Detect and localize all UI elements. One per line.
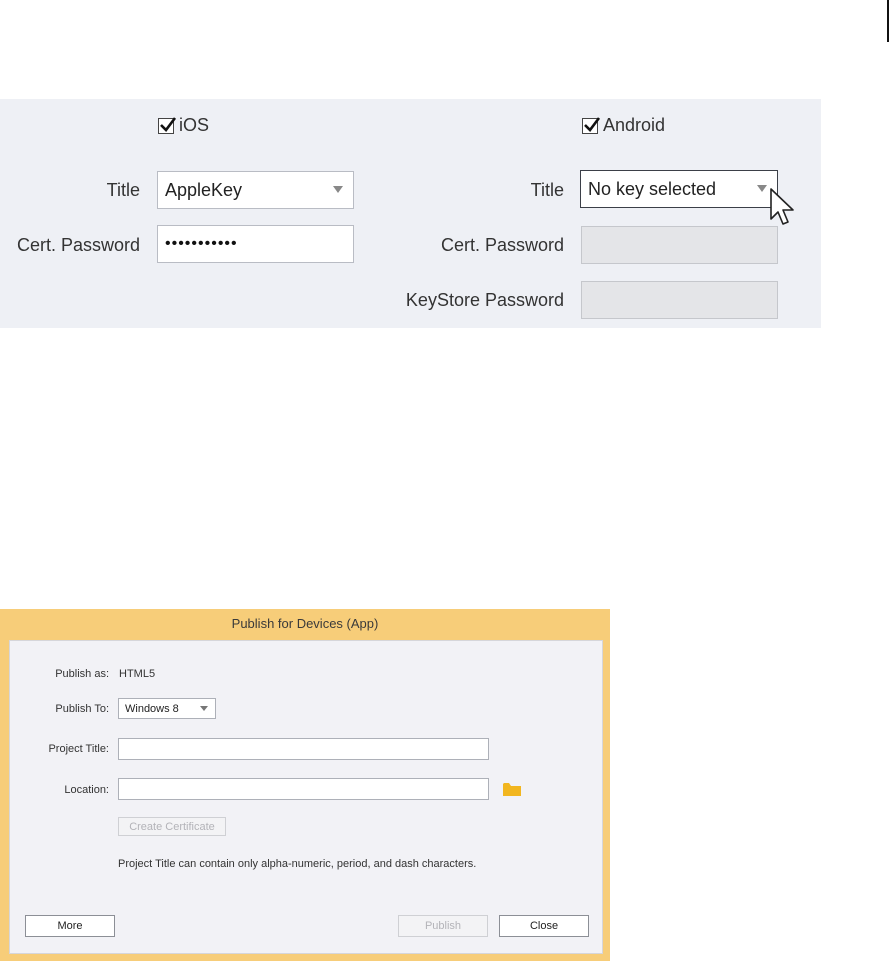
location-label: Location: bbox=[64, 784, 109, 796]
create-certificate-button[interactable]: Create Certificate bbox=[118, 817, 226, 836]
folder-icon[interactable] bbox=[503, 782, 522, 797]
project-title-input[interactable] bbox=[118, 738, 489, 760]
publish-to-select[interactable]: Windows 8 bbox=[118, 698, 216, 719]
window-edge-divider bbox=[887, 0, 889, 42]
ios-title-value: AppleKey bbox=[165, 179, 243, 200]
checkmark-icon bbox=[160, 116, 177, 132]
project-title-label: Project Title: bbox=[48, 743, 109, 755]
android-keystore-input[interactable] bbox=[581, 281, 778, 319]
publish-to-value: Windows 8 bbox=[125, 702, 179, 715]
android-title-label: Title bbox=[530, 180, 564, 200]
publish-to-label: Publish To: bbox=[55, 703, 109, 715]
dialog-title: Publish for Devices (App) bbox=[231, 616, 379, 631]
android-password-input[interactable] bbox=[581, 226, 778, 264]
project-title-hint: Project Title can contain only alpha-num… bbox=[118, 858, 477, 870]
ios-checkbox-label: iOS bbox=[179, 115, 210, 135]
dropdown-arrow-icon bbox=[200, 706, 208, 711]
dropdown-arrow-icon bbox=[333, 186, 343, 193]
publish-as-label: Publish as: bbox=[55, 668, 109, 680]
ios-password-mask: ••••••••••• bbox=[165, 235, 238, 252]
mouse-pointer-icon bbox=[770, 188, 794, 225]
android-password-label: Cert. Password bbox=[440, 235, 564, 255]
android-keystore-label: KeyStore Password bbox=[405, 290, 564, 310]
ios-title-label: Title bbox=[106, 180, 140, 200]
ios-title-select[interactable]: AppleKey bbox=[157, 171, 354, 209]
dropdown-arrow-icon bbox=[757, 185, 767, 192]
ios-password-input[interactable]: ••••••••••• bbox=[157, 225, 354, 263]
close-button[interactable]: Close bbox=[499, 915, 589, 937]
dialog-body: Publish as: HTML5 Publish To: Windows 8 … bbox=[9, 640, 603, 954]
ios-checkbox-row[interactable]: iOS bbox=[158, 115, 209, 136]
publish-button[interactable]: Publish bbox=[398, 915, 488, 937]
android-checkbox-row[interactable]: Android bbox=[582, 115, 665, 136]
location-input[interactable] bbox=[118, 778, 489, 800]
android-title-select[interactable]: No key selected bbox=[580, 170, 778, 208]
publish-as-value: HTML5 bbox=[119, 668, 156, 680]
publish-dialog: Publish for Devices (App) Publish as: HT… bbox=[0, 609, 610, 961]
ios-password-label: Cert. Password bbox=[16, 235, 140, 255]
signing-panel: iOS Android Title AppleKey Cert. Passwor… bbox=[0, 99, 821, 328]
more-button[interactable]: More bbox=[25, 915, 115, 937]
ios-checkbox[interactable] bbox=[158, 116, 177, 134]
android-title-value: No key selected bbox=[588, 178, 717, 199]
android-checkbox[interactable] bbox=[582, 116, 601, 134]
checkmark-icon bbox=[584, 116, 601, 132]
android-checkbox-label: Android bbox=[603, 115, 666, 135]
